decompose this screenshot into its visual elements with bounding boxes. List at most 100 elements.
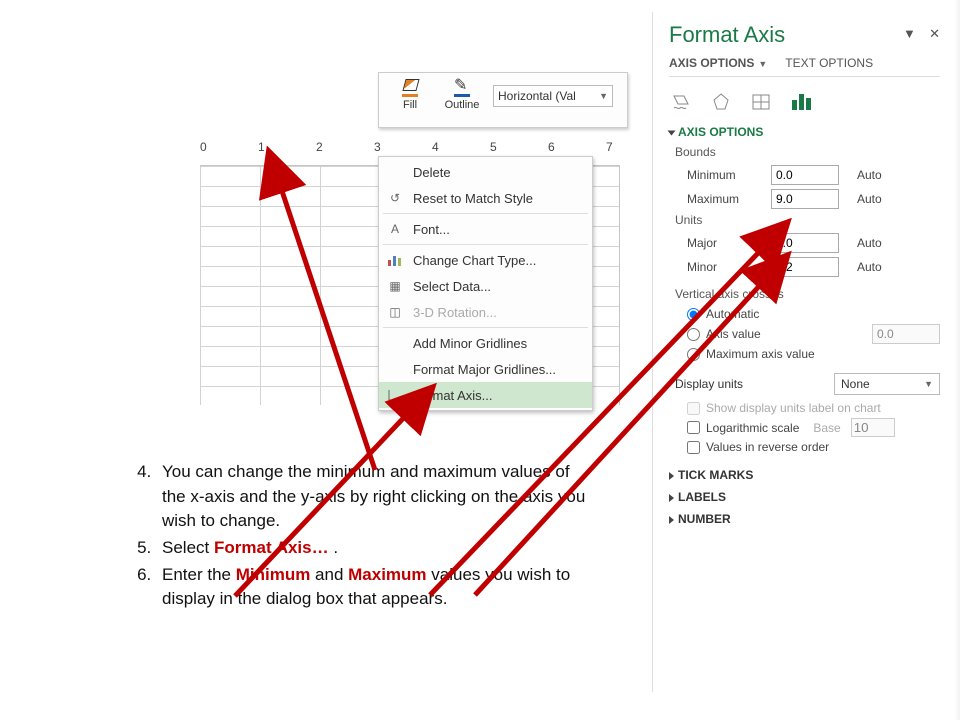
pane-icon-tabs xyxy=(669,91,940,113)
tab-axis-options[interactable]: AXIS OPTIONS▼ xyxy=(669,56,767,70)
outline-button[interactable]: Outline xyxy=(437,77,487,111)
close-icon[interactable]: ✕ xyxy=(929,26,942,41)
expand-icon xyxy=(669,472,674,480)
chevron-down-icon: ▼ xyxy=(758,59,767,69)
reverse-order-checkbox[interactable] xyxy=(687,441,700,454)
mini-toolbar: Fill Outline Horizontal (Val ▼ xyxy=(378,72,628,128)
chevron-down-icon: ▼ xyxy=(599,91,608,101)
minimum-auto-button[interactable]: Auto xyxy=(857,168,882,182)
section-tick-marks[interactable]: TICK MARKS xyxy=(669,468,940,482)
units-subhead: Units xyxy=(675,213,940,227)
minimum-input[interactable] xyxy=(771,165,839,185)
radio-max-axis-value[interactable]: Maximum axis value xyxy=(687,347,940,361)
instruction-text: You can change the minimum and maximum v… xyxy=(116,460,596,614)
ctx-add-minor-gridlines[interactable]: Add Minor Gridlines xyxy=(379,330,592,356)
log-scale-check[interactable]: Logarithmic scale Base xyxy=(687,418,940,437)
expand-icon xyxy=(668,130,676,135)
tick-label: 5 xyxy=(490,140,497,154)
log-base-label: Base xyxy=(813,421,840,435)
major-label: Major xyxy=(687,236,771,250)
ctx-font[interactable]: A Font... xyxy=(379,216,592,242)
radio-axis-value-input[interactable] xyxy=(687,328,700,341)
separator xyxy=(383,244,588,245)
chevron-down-icon[interactable]: ▼ xyxy=(903,26,918,41)
minor-label: Minor xyxy=(687,260,771,274)
display-units-combo[interactable]: None ▼ xyxy=(834,373,940,395)
pane-title: Format Axis xyxy=(669,22,940,48)
show-display-units-check: Show display units label on chart xyxy=(687,401,940,415)
shape-selector-combo[interactable]: Horizontal (Val ▼ xyxy=(493,85,613,107)
instruction-6: Enter the Minimum and Maximum values you… xyxy=(156,563,596,612)
chevron-down-icon: ▼ xyxy=(924,379,933,389)
section-number[interactable]: NUMBER xyxy=(669,512,940,526)
axis-value-input xyxy=(872,324,940,344)
major-auto-button[interactable]: Auto xyxy=(857,236,882,250)
context-menu: Delete ↺ Reset to Match Style A Font... … xyxy=(378,156,593,411)
fill-line-tab-icon[interactable] xyxy=(669,91,693,113)
vertical-cross-subhead: Vertical axis crosses xyxy=(675,287,940,301)
separator xyxy=(383,327,588,328)
font-icon: A xyxy=(385,220,405,238)
cube-icon: ◫ xyxy=(385,303,405,321)
radio-automatic-input[interactable] xyxy=(687,308,700,321)
display-units-label: Display units xyxy=(675,377,743,391)
pane-tabs: AXIS OPTIONS▼ TEXT OPTIONS xyxy=(669,56,940,70)
ctx-select-data[interactable]: ▦ Select Data... xyxy=(379,273,592,299)
major-input[interactable] xyxy=(771,233,839,253)
tick-label: 3 xyxy=(374,140,381,154)
section-axis-options[interactable]: AXIS OPTIONS xyxy=(669,125,940,139)
reset-icon: ↺ xyxy=(385,189,405,207)
maximum-auto-button[interactable]: Auto xyxy=(857,192,882,206)
tick-label: 1 xyxy=(258,140,265,154)
radio-axis-value[interactable]: Axis value xyxy=(687,324,940,344)
radio-max-axis-value-input[interactable] xyxy=(687,348,700,361)
tab-text-options[interactable]: TEXT OPTIONS xyxy=(785,56,873,70)
ctx-reset[interactable]: ↺ Reset to Match Style xyxy=(379,185,592,211)
bounds-minimum-row: Minimum Auto xyxy=(687,165,940,185)
outline-label: Outline xyxy=(445,99,480,111)
axis-options-tab-icon[interactable] xyxy=(789,91,813,113)
tick-label: 2 xyxy=(316,140,323,154)
log-base-input xyxy=(851,418,895,437)
minor-auto-button[interactable]: Auto xyxy=(857,260,882,274)
shape-selector-value: Horizontal (Val xyxy=(498,89,576,103)
bounds-maximum-row: Maximum Auto xyxy=(687,189,940,209)
format-axis-pane: ▼ ✕ Format Axis AXIS OPTIONS▼ TEXT OPTIO… xyxy=(652,12,954,692)
ctx-format-major-gridlines[interactable]: Format Major Gridlines... xyxy=(379,356,592,382)
blank-icon xyxy=(385,334,405,352)
expand-icon xyxy=(669,494,674,502)
ctx-format-axis[interactable]: Format Axis... xyxy=(379,382,592,408)
grid-icon: ▦ xyxy=(385,277,405,295)
show-display-units-checkbox xyxy=(687,402,700,415)
section-labels[interactable]: LABELS xyxy=(669,490,940,504)
instruction-5: Select Format Axis… . xyxy=(156,536,596,561)
size-properties-tab-icon[interactable] xyxy=(749,91,773,113)
bar-chart-icon xyxy=(792,94,811,110)
tick-label: 6 xyxy=(548,140,555,154)
edge-shadow xyxy=(954,0,960,720)
axis-icon xyxy=(385,386,405,404)
display-units-row: Display units None ▼ xyxy=(675,373,940,395)
effects-tab-icon[interactable] xyxy=(709,91,733,113)
minimum-label: Minimum xyxy=(687,168,771,182)
pane-controls: ▼ ✕ xyxy=(903,26,942,42)
radio-automatic[interactable]: Automatic xyxy=(687,307,940,321)
ctx-change-chart-type[interactable]: Change Chart Type... xyxy=(379,247,592,273)
reverse-order-check[interactable]: Values in reverse order xyxy=(687,440,940,454)
separator xyxy=(669,76,940,77)
fill-button[interactable]: Fill xyxy=(385,77,435,111)
paint-bucket-icon xyxy=(400,79,420,97)
maximum-label: Maximum xyxy=(687,192,771,206)
blank-icon xyxy=(385,360,405,378)
tick-label: 0 xyxy=(200,140,207,154)
units-major-row: Major Auto xyxy=(687,233,940,253)
tick-label: 4 xyxy=(432,140,439,154)
tick-label: 7 xyxy=(606,140,613,154)
instruction-4: You can change the minimum and maximum v… xyxy=(156,460,596,534)
ctx-delete[interactable]: Delete xyxy=(379,159,592,185)
minor-input[interactable] xyxy=(771,257,839,277)
pen-icon xyxy=(452,79,472,97)
log-scale-checkbox[interactable] xyxy=(687,421,700,434)
chart-icon xyxy=(385,251,405,269)
maximum-input[interactable] xyxy=(771,189,839,209)
